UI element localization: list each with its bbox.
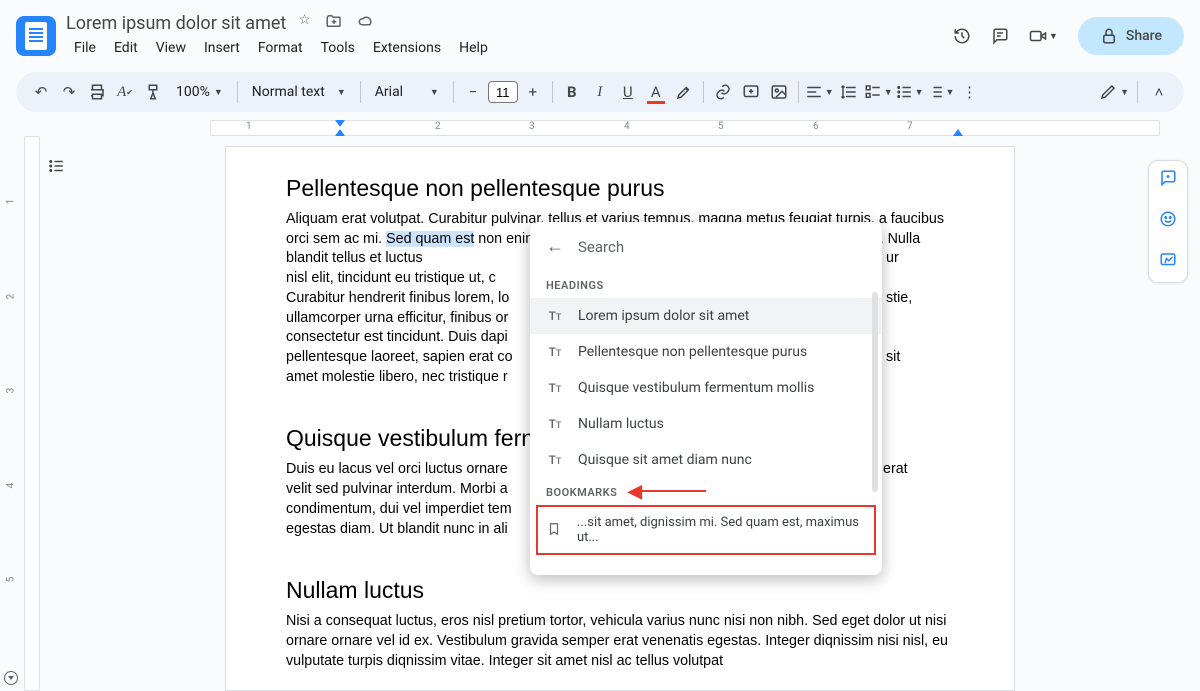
search-input-placeholder[interactable]: Search — [578, 238, 624, 256]
font-dropdown[interactable]: Arial▼ — [367, 84, 447, 100]
comments-icon[interactable] — [991, 27, 1009, 45]
heading-icon: Tᴛ — [546, 381, 564, 395]
heading-result-4[interactable]: TᴛQuisque sit amet diam nunc — [530, 442, 882, 478]
emoji-reaction-icon[interactable] — [1159, 210, 1177, 233]
paragraph-style-dropdown[interactable]: Normal text▼ — [244, 84, 354, 100]
checklist-dropdown[interactable]: ▼ — [864, 78, 893, 106]
heading-icon: Tᴛ — [546, 417, 564, 431]
menu-extensions[interactable]: Extensions — [365, 36, 449, 60]
underline-button[interactable]: U — [615, 78, 641, 106]
zoom-dropdown[interactable]: 100%▼ — [168, 84, 231, 100]
bold-button[interactable]: B — [559, 78, 585, 106]
heading-icon: Tᴛ — [546, 345, 564, 359]
heading-result-3[interactable]: TᴛNullam luctus — [530, 406, 882, 442]
heading-result-2[interactable]: TᴛQuisque vestibulum fermentum mollis — [530, 370, 882, 406]
docs-logo[interactable] — [16, 16, 56, 56]
horizontal-ruler[interactable]: 1 2 3 4 5 6 7 — [40, 120, 1200, 136]
font-size-input[interactable] — [488, 81, 518, 103]
print-button[interactable] — [84, 78, 110, 106]
panel-scrollbar[interactable] — [872, 292, 878, 492]
document-title[interactable]: Lorem ipsum dolor sit amet — [66, 13, 286, 34]
add-comment-button[interactable] — [738, 78, 764, 106]
bookmark-icon — [546, 522, 563, 539]
heading-icon: Tᴛ — [546, 453, 564, 467]
paragraph[interactable]: Nisi a consequat luctus, eros nisl preti… — [286, 612, 954, 671]
share-button[interactable]: Share — [1078, 17, 1184, 55]
back-icon[interactable]: ← — [546, 236, 564, 257]
headings-section-label: HEADINGS — [530, 271, 882, 298]
menu-bar: File Edit View Insert Format Tools Exten… — [66, 36, 953, 60]
explore-button[interactable] — [4, 671, 18, 685]
align-dropdown[interactable]: ▼ — [805, 78, 834, 106]
heading-3[interactable]: Nullam luctus — [286, 577, 954, 604]
menu-tools[interactable]: Tools — [313, 36, 363, 60]
line-spacing-button[interactable] — [836, 78, 862, 106]
heading-1[interactable]: Pellentesque non pellentesque purus — [286, 175, 954, 202]
heading-icon: Tᴛ — [546, 309, 564, 323]
numbered-list-dropdown[interactable]: ▼ — [926, 78, 955, 106]
bookmark-result-0[interactable]: ...sit amet, dignissim mi. Sed quam est,… — [530, 505, 882, 555]
share-label: Share — [1126, 28, 1162, 44]
vertical-ruler[interactable]: 1 2 3 4 5 — [0, 136, 40, 691]
text-color-button[interactable]: A — [643, 78, 669, 106]
bookmarks-section-label: BOOKMARKS ◀ — [530, 478, 882, 505]
insert-image-button[interactable] — [766, 78, 792, 106]
heading-result-1[interactable]: TᴛPellentesque non pellentesque purus — [530, 334, 882, 370]
selected-text[interactable]: Sed quam est — [386, 231, 474, 247]
right-side-rail — [1148, 160, 1188, 283]
move-icon[interactable] — [325, 12, 343, 34]
menu-file[interactable]: File — [66, 36, 104, 60]
increase-font-button[interactable]: + — [520, 78, 546, 106]
spellcheck-button[interactable]: A✔ — [112, 78, 138, 106]
highlight-button[interactable] — [671, 78, 697, 106]
more-options-button[interactable]: ⋮ — [956, 78, 982, 106]
menu-edit[interactable]: Edit — [106, 36, 146, 60]
insert-link-button[interactable] — [710, 78, 736, 106]
add-comment-rail-icon[interactable] — [1159, 169, 1177, 192]
paint-format-button[interactable] — [140, 78, 166, 106]
menu-help[interactable]: Help — [451, 36, 496, 60]
hide-menus-button[interactable]: ˄ — [1146, 78, 1172, 106]
menu-insert[interactable]: Insert — [196, 36, 248, 60]
heading-result-0[interactable]: TᴛLorem ipsum dolor sit amet — [530, 298, 882, 334]
undo-button[interactable]: ↶ — [28, 78, 54, 106]
redo-button[interactable]: ↷ — [56, 78, 82, 106]
star-icon[interactable]: ☆ — [298, 12, 311, 34]
menu-format[interactable]: Format — [250, 36, 311, 60]
bulleted-list-dropdown[interactable]: ▼ — [895, 78, 924, 106]
toolbar: ↶ ↷ A✔ 100%▼ Normal text▼ Arial▼ − + B I… — [16, 72, 1184, 112]
italic-button[interactable]: I — [587, 78, 613, 106]
editing-mode-dropdown[interactable]: ▼ — [1099, 78, 1129, 106]
meet-icon[interactable]: ▼ — [1029, 27, 1058, 45]
decrease-font-button[interactable]: − — [460, 78, 486, 106]
menu-view[interactable]: View — [148, 36, 194, 60]
link-search-panel: ← Search HEADINGS TᴛLorem ipsum dolor si… — [530, 222, 882, 575]
cloud-status-icon[interactable] — [357, 12, 375, 34]
history-icon[interactable] — [953, 27, 971, 45]
suggest-edits-icon[interactable] — [1159, 251, 1177, 274]
